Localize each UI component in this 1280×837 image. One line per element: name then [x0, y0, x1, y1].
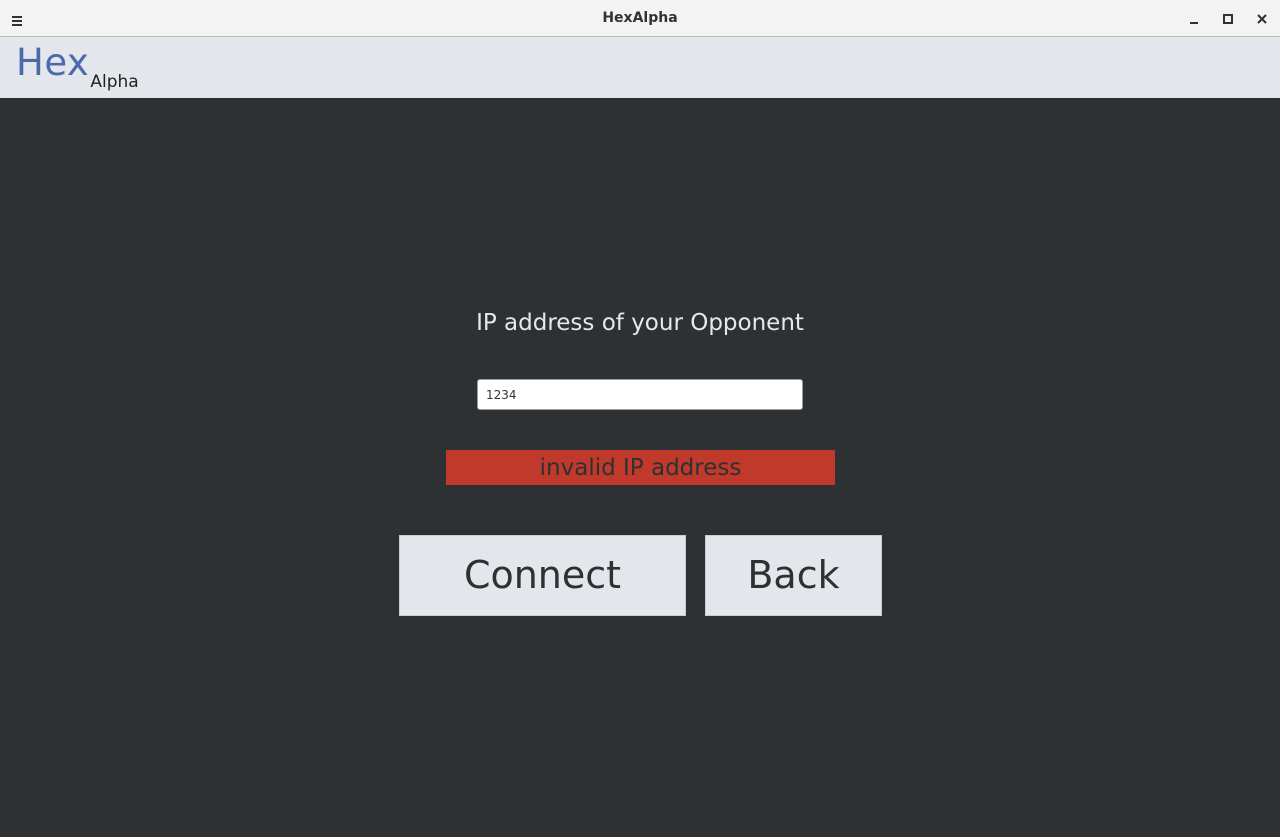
- app-header: HexAlpha: [0, 37, 1280, 98]
- connect-button[interactable]: Connect: [399, 535, 686, 616]
- close-icon[interactable]: [1255, 11, 1269, 25]
- minimize-icon[interactable]: [1187, 11, 1201, 25]
- ip-prompt-label: IP address of your Opponent: [476, 310, 804, 336]
- back-button[interactable]: Back: [705, 535, 882, 616]
- ip-address-input[interactable]: [477, 379, 803, 410]
- logo-main-text: Hex: [16, 41, 90, 84]
- connect-screen: IP address of your Opponent invalid IP a…: [0, 98, 1280, 837]
- error-message: invalid IP address: [446, 450, 835, 485]
- logo-sub-text: Alpha: [90, 72, 139, 92]
- app-logo: HexAlpha: [16, 41, 139, 92]
- maximize-icon[interactable]: [1221, 11, 1235, 25]
- window-title: HexAlpha: [602, 10, 678, 26]
- window-titlebar: HexAlpha: [0, 0, 1280, 37]
